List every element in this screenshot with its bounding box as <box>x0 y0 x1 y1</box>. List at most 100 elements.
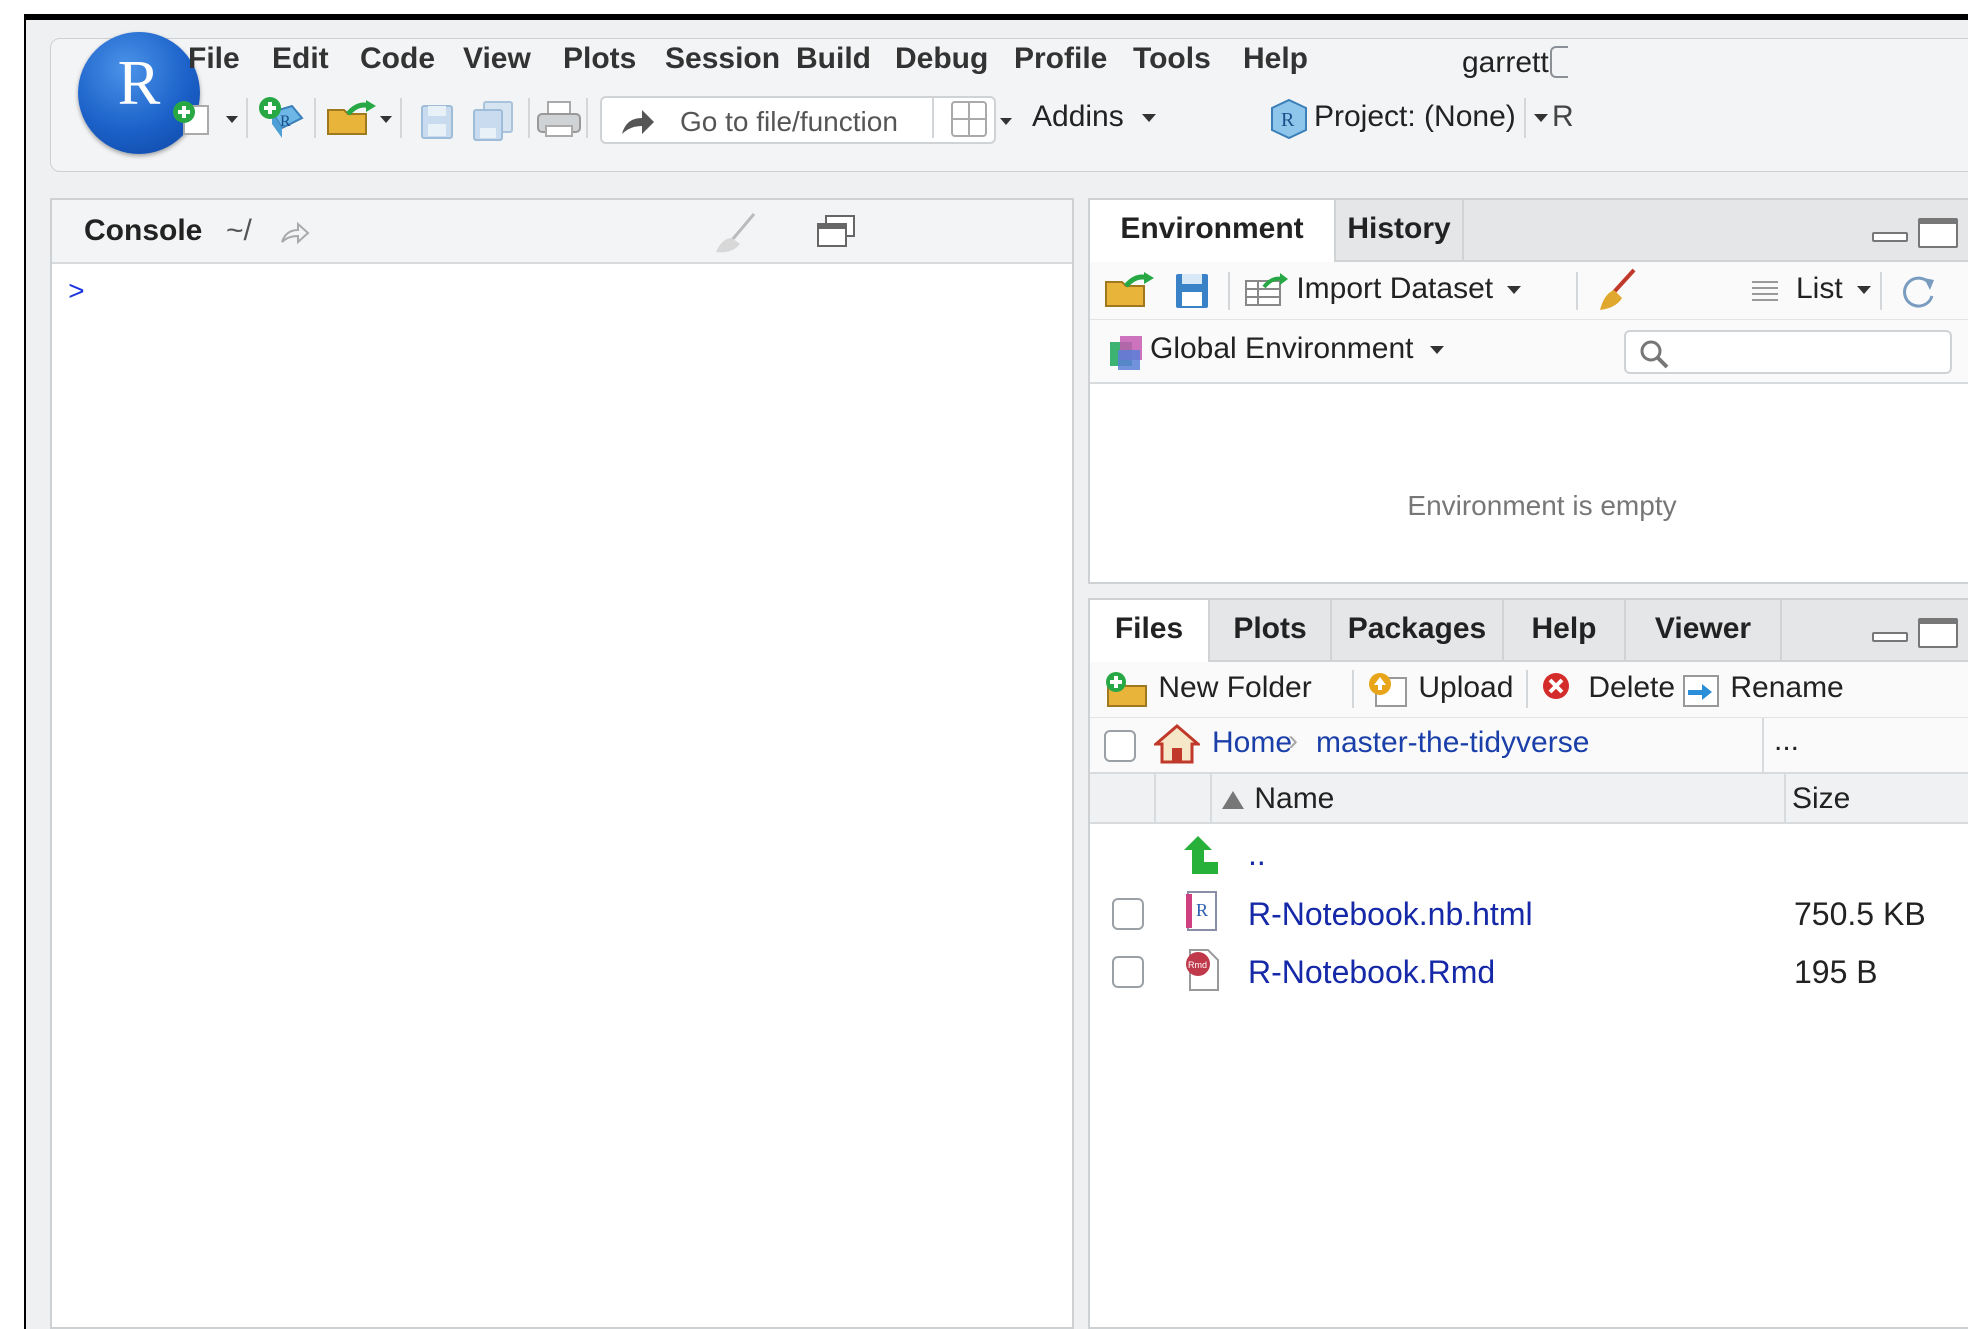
menu-session[interactable]: Session <box>665 42 780 76</box>
tab-viewer[interactable]: Viewer <box>1626 600 1782 662</box>
file-name-link[interactable]: R-Notebook.nb.html <box>1248 896 1533 933</box>
table-row[interactable]: R R-Notebook.nb.html 750.5 KB <box>1090 886 1968 944</box>
file-name-link[interactable]: R-Notebook.Rmd <box>1248 954 1495 991</box>
svg-text:R: R <box>280 113 291 130</box>
files-toolbar: New Folder Upload Delete Rename <box>1090 662 1968 718</box>
upload-button[interactable]: Upload <box>1366 670 1513 708</box>
load-workspace-icon[interactable] <box>1104 270 1156 310</box>
menu-file[interactable]: File <box>188 42 240 76</box>
refresh-icon[interactable] <box>1898 272 1938 312</box>
maximize-pane-icon[interactable] <box>1918 618 1958 648</box>
toolbar-separator <box>400 98 402 138</box>
save-all-icon <box>473 101 513 141</box>
svg-text:Rmd: Rmd <box>1188 960 1207 970</box>
save-all-button[interactable] <box>470 100 518 149</box>
user-name: garrett <box>1462 46 1549 79</box>
chevron-down-icon <box>1142 114 1157 123</box>
toolbar-separator <box>1228 272 1230 310</box>
tab-help[interactable]: Help <box>1504 600 1626 662</box>
delete-button[interactable]: Delete <box>1540 670 1675 708</box>
toolbar-separator <box>528 98 530 138</box>
table-row[interactable]: Rmd R-Notebook.Rmd 195 B <box>1090 944 1968 1002</box>
new-file-button[interactable] <box>170 98 242 143</box>
maximize-pane-icon[interactable] <box>816 214 856 248</box>
environment-tabs: Environment History <box>1090 200 1968 262</box>
go-to-directory-icon[interactable] <box>278 218 314 246</box>
column-size-header[interactable]: Size <box>1792 782 1850 816</box>
column-name-header[interactable]: Name <box>1220 782 1334 816</box>
environment-search-input[interactable] <box>1624 330 1952 374</box>
maximize-pane-icon[interactable] <box>1918 218 1958 248</box>
more-options-button[interactable]: ... <box>1774 724 1799 758</box>
file-size: 195 B <box>1794 954 1878 990</box>
select-all-checkbox[interactable] <box>1104 730 1136 762</box>
menu-help[interactable]: Help <box>1243 42 1308 76</box>
workspace-panes-button[interactable] <box>950 100 1022 145</box>
project-label: Project: (None) <box>1314 100 1516 133</box>
menu-tools[interactable]: Tools <box>1133 42 1211 76</box>
rename-label: Rename <box>1730 670 1844 704</box>
open-file-button[interactable] <box>326 98 398 143</box>
menu-debug[interactable]: Debug <box>895 42 988 76</box>
chevron-down-icon <box>1534 114 1549 123</box>
menu-view[interactable]: View <box>463 42 531 76</box>
import-dataset-menu[interactable]: Import Dataset <box>1244 272 1522 307</box>
new-file-icon <box>173 101 238 135</box>
clear-workspace-broom-icon[interactable] <box>1594 268 1638 312</box>
menu-edit[interactable]: Edit <box>272 42 329 76</box>
menu-code[interactable]: Code <box>360 42 435 76</box>
divider <box>1210 774 1212 824</box>
console-title: Console <box>84 214 203 247</box>
console-prompt[interactable]: > <box>68 278 85 309</box>
new-folder-button[interactable]: New Folder <box>1104 670 1312 708</box>
tab-plots[interactable]: Plots <box>1210 600 1332 662</box>
signout-icon[interactable] <box>1550 46 1568 78</box>
parent-directory-label[interactable]: .. <box>1248 836 1266 873</box>
new-project-button[interactable]: R <box>258 96 306 145</box>
tab-environment[interactable]: Environment <box>1090 200 1336 262</box>
goto-file-input[interactable]: Go to file/function <box>600 96 996 144</box>
breadcrumb-separator-icon: › <box>1288 724 1298 757</box>
environment-pane: Environment History Import Dataset List … <box>1088 198 1968 584</box>
save-button[interactable] <box>418 102 458 147</box>
console-pane[interactable]: Console ~/ > <box>50 198 1074 1329</box>
save-workspace-icon[interactable] <box>1174 272 1210 310</box>
clear-console-icon[interactable] <box>710 212 760 256</box>
parent-directory-row[interactable]: .. <box>1090 828 1968 886</box>
environment-scope-icon <box>1110 336 1142 370</box>
row-checkbox[interactable] <box>1112 956 1144 988</box>
breadcrumb-home[interactable]: Home <box>1212 726 1292 760</box>
menu-plots[interactable]: Plots <box>563 42 636 76</box>
chevron-down-icon <box>1507 286 1522 295</box>
addins-menu[interactable]: Addins <box>1032 100 1157 134</box>
file-size: 750.5 KB <box>1794 896 1926 932</box>
environment-scope-bar: Global Environment <box>1090 320 1968 384</box>
minimize-pane-icon[interactable] <box>1872 232 1908 242</box>
menu-build[interactable]: Build <box>796 42 871 76</box>
project-menu[interactable]: Project: (None) <box>1314 100 1549 134</box>
breadcrumb-current-folder[interactable]: master-the-tidyverse <box>1316 726 1589 760</box>
addins-label: Addins <box>1032 100 1124 133</box>
toolbar-separator <box>586 98 588 138</box>
tab-history[interactable]: History <box>1336 200 1464 262</box>
tab-files[interactable]: Files <box>1090 600 1210 662</box>
row-checkbox[interactable] <box>1112 898 1144 930</box>
rstudio-window: R File Edit Code View Plots Session Buil… <box>26 20 1968 1329</box>
list-view-menu[interactable]: List <box>1796 272 1872 306</box>
project-icon: R <box>1270 98 1308 145</box>
rename-icon <box>1683 675 1719 707</box>
chevron-down-icon <box>1429 346 1444 355</box>
list-view-icon <box>1752 281 1778 301</box>
files-pane: Files Plots Packages Help Viewer New Fol… <box>1088 598 1968 1329</box>
print-button[interactable] <box>536 100 582 145</box>
svg-text:R: R <box>1281 109 1295 131</box>
tab-packages[interactable]: Packages <box>1332 600 1504 662</box>
minimize-pane-icon[interactable] <box>1872 632 1908 642</box>
toolbar-separator <box>1352 670 1354 708</box>
home-icon[interactable] <box>1154 724 1200 764</box>
toolbar-separator <box>1526 670 1528 708</box>
global-environment-menu[interactable]: Global Environment <box>1150 332 1444 366</box>
rename-button[interactable]: Rename <box>1678 670 1844 708</box>
menu-profile[interactable]: Profile <box>1014 42 1107 76</box>
file-list-header: Name Size <box>1090 774 1968 824</box>
